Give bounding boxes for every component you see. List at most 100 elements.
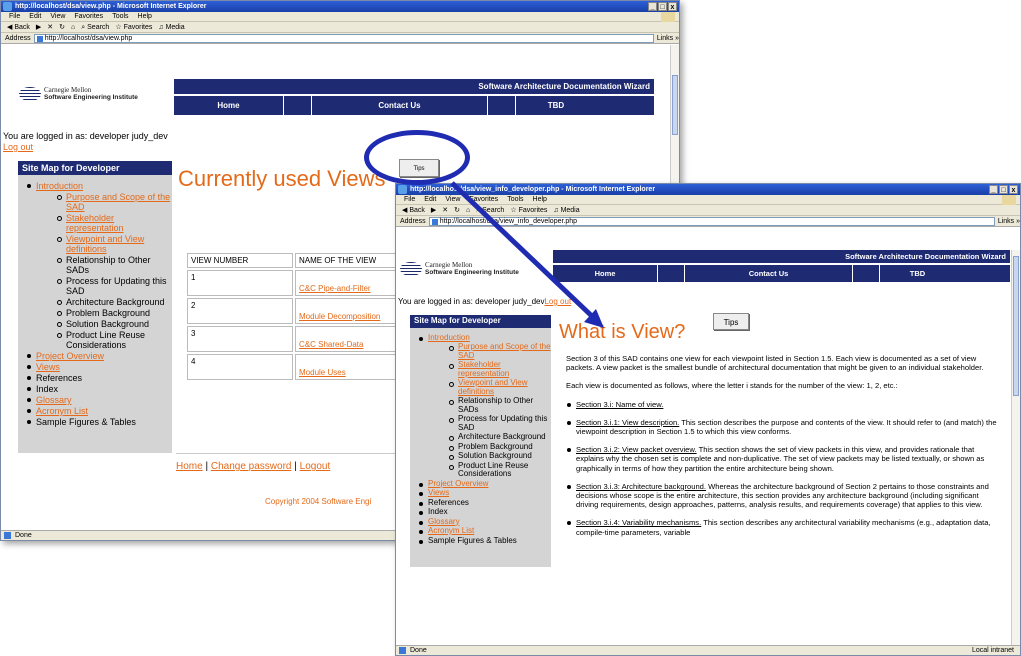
window-title-bar[interactable]: http://localhost/dsa/view.php - Microsof… xyxy=(1,1,679,12)
sitemap-item[interactable]: Stakeholder representation xyxy=(18,213,172,233)
sitemap-item[interactable]: Viewpoint and View definitions xyxy=(410,378,551,396)
nav-tbd[interactable]: TBD xyxy=(880,265,955,282)
nav-tbd[interactable]: TBD xyxy=(516,96,596,115)
sitemap-item[interactable]: Purpose and Scope of the SAD xyxy=(18,192,172,212)
nav-contact[interactable]: Contact Us xyxy=(312,96,488,115)
sitemap-item-label[interactable]: Viewpoint and View definitions xyxy=(66,234,144,254)
media-button[interactable]: ♫ Media xyxy=(553,205,579,215)
footer-logout-link[interactable]: Logout xyxy=(300,461,331,472)
logout-link[interactable]: Log out xyxy=(544,297,571,306)
sitemap-item-label[interactable]: Introduction xyxy=(428,333,470,342)
sitemap-item-label[interactable]: Purpose and Scope of the SAD xyxy=(66,192,170,212)
sitemap-item-label[interactable]: Views xyxy=(36,362,60,372)
view-link[interactable]: C&C Shared-Data xyxy=(299,340,363,349)
window-title-bar[interactable]: http://localhost/dsa/view_info_developer… xyxy=(396,184,1020,195)
menu-favorites[interactable]: Favorites xyxy=(469,195,498,204)
view-number: 3 xyxy=(187,326,293,352)
sitemap-item-label[interactable]: Stakeholder representation xyxy=(66,213,124,233)
sitemap-item-label: Relationship to Other SADs xyxy=(458,396,534,414)
refresh-icon[interactable]: ↻ xyxy=(454,205,460,215)
sitemap-item[interactable]: Views xyxy=(410,488,551,498)
sitemap-item-label[interactable]: Views xyxy=(428,488,449,497)
menu-help[interactable]: Help xyxy=(138,12,152,21)
sitemap-item[interactable]: Purpose and Scope of the SAD xyxy=(410,342,551,360)
menu-view[interactable]: View xyxy=(50,12,65,21)
sitemap-item[interactable]: Acronym List xyxy=(410,526,551,536)
refresh-icon[interactable]: ↻ xyxy=(59,22,65,32)
sitemap-item[interactable]: Project Overview xyxy=(18,351,172,361)
sitemap-item[interactable]: Introduction xyxy=(18,181,172,191)
menu-help[interactable]: Help xyxy=(533,195,547,204)
footer-home-link[interactable]: Home xyxy=(176,461,203,472)
logout-link[interactable]: Log out xyxy=(3,142,33,152)
nav-home[interactable]: Home xyxy=(174,96,284,115)
sitemap-item-label[interactable]: Stakeholder representation xyxy=(458,360,509,378)
maximize-button[interactable]: □ xyxy=(658,2,667,11)
sitemap-item[interactable]: Project Overview xyxy=(410,479,551,489)
sitemap-item-label[interactable]: Acronym List xyxy=(428,526,474,535)
maximize-button[interactable]: □ xyxy=(999,185,1008,194)
scroll-thumb[interactable] xyxy=(1013,256,1019,396)
sitemap-item[interactable]: Introduction xyxy=(410,333,551,343)
nav-contact[interactable]: Contact Us xyxy=(685,265,853,282)
favorites-button[interactable]: ☆ Favorites xyxy=(510,205,547,215)
vertical-scrollbar[interactable] xyxy=(1011,250,1020,645)
sitemap-item-label[interactable]: Glossary xyxy=(36,395,72,405)
close-button[interactable]: x xyxy=(668,2,677,11)
sitemap-item-label[interactable]: Viewpoint and View definitions xyxy=(458,378,528,396)
sitemap-item-label[interactable]: Purpose and Scope of the SAD xyxy=(458,342,551,360)
sitemap-item[interactable]: Glossary xyxy=(410,517,551,527)
window-title: http://localhost/dsa/view.php - Microsof… xyxy=(15,3,207,10)
menu-bar: File Edit View Favorites Tools Help xyxy=(1,12,679,22)
menu-edit[interactable]: Edit xyxy=(424,195,436,204)
stop-icon[interactable]: ✕ xyxy=(47,22,53,32)
sitemap-item[interactable]: Views xyxy=(18,362,172,372)
tips-button[interactable]: Tips xyxy=(713,313,749,330)
sitemap-item-label[interactable]: Acronym List xyxy=(36,406,88,416)
view-link[interactable]: C&C Pipe-and-Filter xyxy=(299,284,371,293)
minimize-button[interactable]: _ xyxy=(648,2,657,11)
sitemap-item[interactable]: Stakeholder representation xyxy=(410,360,551,378)
sitemap-item-label[interactable]: Glossary xyxy=(428,517,460,526)
sitemap-item-label[interactable]: Project Overview xyxy=(428,479,488,488)
forward-icon[interactable]: ▶ xyxy=(36,22,41,32)
sitemap-item-label[interactable]: Project Overview xyxy=(36,351,104,361)
view-link[interactable]: Module Uses xyxy=(299,368,346,377)
links-button[interactable]: Links » xyxy=(998,216,1020,227)
sitemap-item[interactable]: Glossary xyxy=(18,395,172,405)
close-button[interactable]: x xyxy=(1009,185,1018,194)
sitemap-item-label[interactable]: Introduction xyxy=(36,181,83,191)
back-button[interactable]: ◀ Back xyxy=(402,205,425,215)
scroll-thumb[interactable] xyxy=(672,75,678,135)
stop-icon[interactable]: ✕ xyxy=(442,205,448,215)
col-view-name: NAME OF THE VIEW xyxy=(295,253,397,268)
address-input[interactable]: http://localhost/dsa/view.php xyxy=(33,33,654,43)
sitemap-item[interactable]: Viewpoint and View definitions xyxy=(18,234,172,254)
change-password-link[interactable]: Change password xyxy=(211,461,292,472)
home-icon[interactable]: ⌂ xyxy=(466,205,470,215)
favorites-button[interactable]: ☆ Favorites xyxy=(115,22,152,32)
menu-tools[interactable]: Tools xyxy=(112,12,128,21)
menu-favorites[interactable]: Favorites xyxy=(74,12,103,21)
view-link[interactable]: Module Decomposition xyxy=(299,312,380,321)
status-text: Done xyxy=(410,647,427,654)
back-button[interactable]: ◀ Back xyxy=(7,22,30,32)
window-title: http://localhost/dsa/view_info_developer… xyxy=(410,186,656,193)
address-input[interactable]: http://localhost/dsa/view_info_developer… xyxy=(428,216,995,226)
menu-tools[interactable]: Tools xyxy=(507,195,523,204)
menu-file[interactable]: File xyxy=(9,12,20,21)
search-label: Search xyxy=(482,207,505,214)
forward-icon[interactable]: ▶ xyxy=(431,205,436,215)
menu-view[interactable]: View xyxy=(445,195,460,204)
nav-home[interactable]: Home xyxy=(553,265,658,282)
minimize-button[interactable]: _ xyxy=(989,185,998,194)
search-button[interactable]: ⌕ Search xyxy=(81,22,109,32)
links-button[interactable]: Links » xyxy=(657,33,679,44)
sitemap-item-label: Process for Updating this SAD xyxy=(458,414,548,432)
menu-file[interactable]: File xyxy=(404,195,415,204)
home-icon[interactable]: ⌂ xyxy=(71,22,75,32)
menu-edit[interactable]: Edit xyxy=(29,12,41,21)
sitemap-item[interactable]: Acronym List xyxy=(18,406,172,416)
media-button[interactable]: ♫ Media xyxy=(158,22,184,32)
search-button[interactable]: ⌕ Search xyxy=(476,205,504,215)
